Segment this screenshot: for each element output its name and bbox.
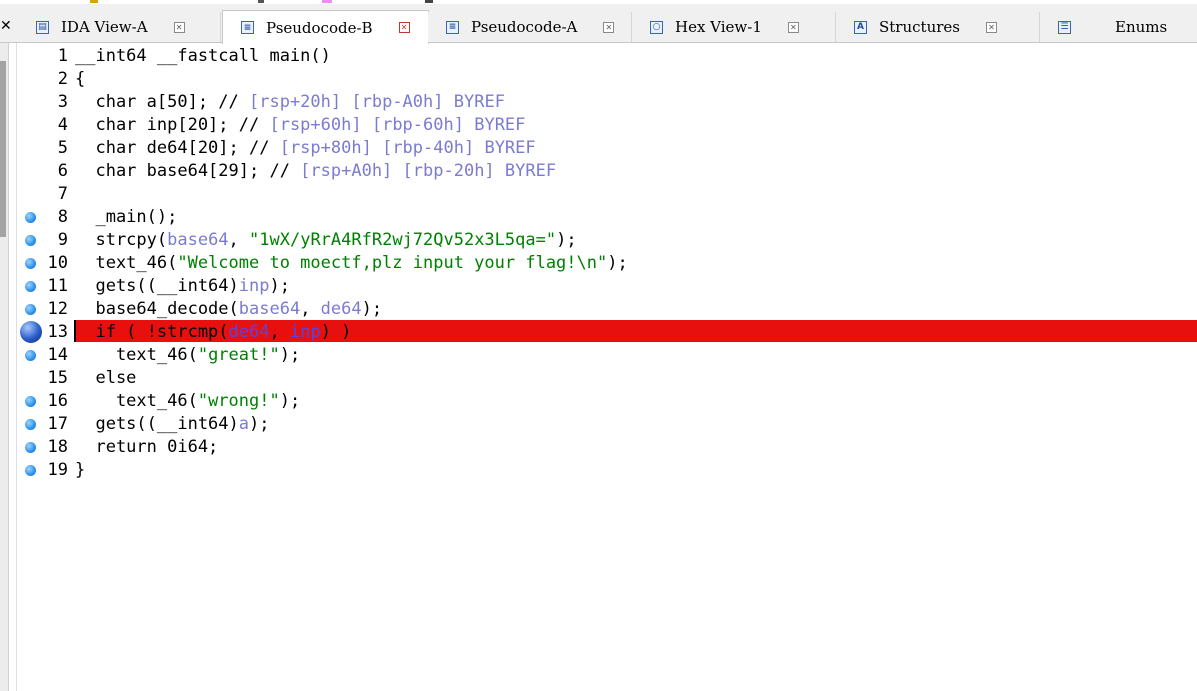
tab-label: Hex View-1 xyxy=(675,18,762,36)
enums-icon: ☰ xyxy=(1058,20,1071,34)
line-number: 1 xyxy=(57,46,68,66)
tab-bar: ✕ ▤ IDA View-A ✕ ≡ Pseudocode-B ✕ ≡ Pseu… xyxy=(0,4,1197,44)
tab-label: Pseudocode-B xyxy=(266,18,373,37)
code-text[interactable]: else xyxy=(75,368,136,388)
structures-icon: A xyxy=(854,20,867,34)
code-line[interactable]: 12 base64_decode(base64, de64); xyxy=(0,297,1197,320)
code-line[interactable]: 8 _main(); xyxy=(0,205,1197,228)
line-number: 2 xyxy=(57,69,68,89)
line-number: 12 xyxy=(47,299,68,319)
code-text[interactable]: return 0i64; xyxy=(75,437,218,457)
code-text[interactable]: text_46("Welcome to moectf,plz input you… xyxy=(75,253,627,273)
tab-label: IDA View-A xyxy=(61,18,148,36)
code-line[interactable]: 4 char inp[20]; // [rsp+60h] [rbp-60h] B… xyxy=(0,113,1197,136)
close-icon[interactable]: ✕ xyxy=(0,18,12,34)
code-line[interactable]: 18 return 0i64; xyxy=(0,435,1197,458)
tab-close-icon[interactable]: ✕ xyxy=(398,22,410,33)
code-text[interactable]: } xyxy=(75,460,85,480)
code-text[interactable]: gets((__int64)inp); xyxy=(75,276,290,296)
line-number: 4 xyxy=(57,115,68,135)
tab-label: Enums xyxy=(1115,18,1168,36)
line-number: 10 xyxy=(47,253,68,273)
line-number: 14 xyxy=(47,345,68,365)
code-text[interactable]: base64_decode(base64, de64); xyxy=(75,299,382,319)
code-line[interactable]: 14 text_46("great!"); xyxy=(0,343,1197,366)
code-line[interactable]: 3 char a[50]; // [rsp+20h] [rbp-A0h] BYR… xyxy=(0,90,1197,113)
code-line[interactable]: 9 strcpy(base64, "1wX/yRrA4RfR2wj72Qv52x… xyxy=(0,228,1197,251)
code-line[interactable]: 7 xyxy=(0,182,1197,205)
line-number: 9 xyxy=(57,230,68,250)
code-line[interactable]: 16 text_46("wrong!"); xyxy=(0,389,1197,412)
code-text[interactable]: if ( !strcmp(de64, inp) ) xyxy=(75,322,351,342)
code-text[interactable]: char inp[20]; // [rsp+60h] [rbp-60h] BYR… xyxy=(75,115,525,135)
code-line[interactable]: 10 text_46("Welcome to moectf,plz input … xyxy=(0,251,1197,274)
line-number: 16 xyxy=(47,391,68,411)
line-number: 13 xyxy=(47,322,68,342)
code-line[interactable]: 2{ xyxy=(0,67,1197,90)
ida-view-icon: ▤ xyxy=(36,20,49,34)
line-number: 17 xyxy=(47,414,68,434)
code-text[interactable]: _main(); xyxy=(75,207,177,227)
tab-label: Pseudocode-A xyxy=(471,18,578,36)
tab-close-icon[interactable]: ✕ xyxy=(603,21,615,33)
code-text[interactable]: __int64 __fastcall main() xyxy=(75,46,331,66)
code-text[interactable]: gets((__int64)a); xyxy=(75,414,269,434)
tab-close-icon[interactable]: ✕ xyxy=(985,21,997,33)
tab-pseudocode-a[interactable]: ≡ Pseudocode-A ✕ xyxy=(428,12,632,42)
line-number: 3 xyxy=(57,92,68,112)
code-text[interactable]: char base64[29]; // [rsp+A0h] [rbp-20h] … xyxy=(75,161,556,181)
line-number: 8 xyxy=(57,207,68,227)
tab-label: Structures xyxy=(879,18,960,36)
line-number: 15 xyxy=(47,368,68,388)
hex-view-icon: ○ xyxy=(650,20,663,34)
pseudocode-icon: ≡ xyxy=(241,21,254,34)
tab-pseudocode-b[interactable]: ≡ Pseudocode-B ✕ xyxy=(222,10,429,44)
code-text[interactable]: text_46("wrong!"); xyxy=(75,391,300,411)
line-number: 19 xyxy=(47,460,68,480)
code-text[interactable]: strcpy(base64, "1wX/yRrA4RfR2wj72Qv52x3L… xyxy=(75,230,576,250)
code-text[interactable]: char a[50]; // [rsp+20h] [rbp-A0h] BYREF xyxy=(75,92,504,112)
code-line-highlighted[interactable]: 13 if ( !strcmp(de64, inp) ) xyxy=(0,320,1197,343)
code-line[interactable]: 19} xyxy=(0,458,1197,481)
code-text[interactable]: char de64[20]; // [rsp+80h] [rbp-40h] BY… xyxy=(75,138,535,158)
tab-enums[interactable]: ☰ Enums xyxy=(1040,12,1197,42)
code-line[interactable]: 17 gets((__int64)a); xyxy=(0,412,1197,435)
line-number: 5 xyxy=(57,138,68,158)
tab-close-icon[interactable]: ✕ xyxy=(173,21,185,33)
tab-ida-view-a[interactable]: ▤ IDA View-A ✕ xyxy=(18,12,221,42)
line-number: 18 xyxy=(47,437,68,457)
text-cursor xyxy=(74,320,76,342)
line-number: 6 xyxy=(57,161,68,181)
tab-close-icon[interactable]: ✕ xyxy=(787,21,799,33)
pseudocode-icon: ≡ xyxy=(446,20,459,34)
code-line[interactable]: 1 __int64 __fastcall main() xyxy=(0,44,1197,67)
tab-hex-view-1[interactable]: ○ Hex View-1 ✕ xyxy=(632,12,836,42)
line-number: 11 xyxy=(47,276,68,296)
tab-structures[interactable]: A Structures ✕ xyxy=(836,12,1040,42)
code-text[interactable]: text_46("great!"); xyxy=(75,345,300,365)
code-line[interactable]: 5 char de64[20]; // [rsp+80h] [rbp-40h] … xyxy=(0,136,1197,159)
code-line[interactable]: 6 char base64[29]; // [rsp+A0h] [rbp-20h… xyxy=(0,159,1197,182)
code-line[interactable]: 15 else xyxy=(0,366,1197,389)
code-text[interactable]: { xyxy=(75,69,85,89)
line-number: 7 xyxy=(57,184,68,204)
code-line[interactable]: 11 gets((__int64)inp); xyxy=(0,274,1197,297)
